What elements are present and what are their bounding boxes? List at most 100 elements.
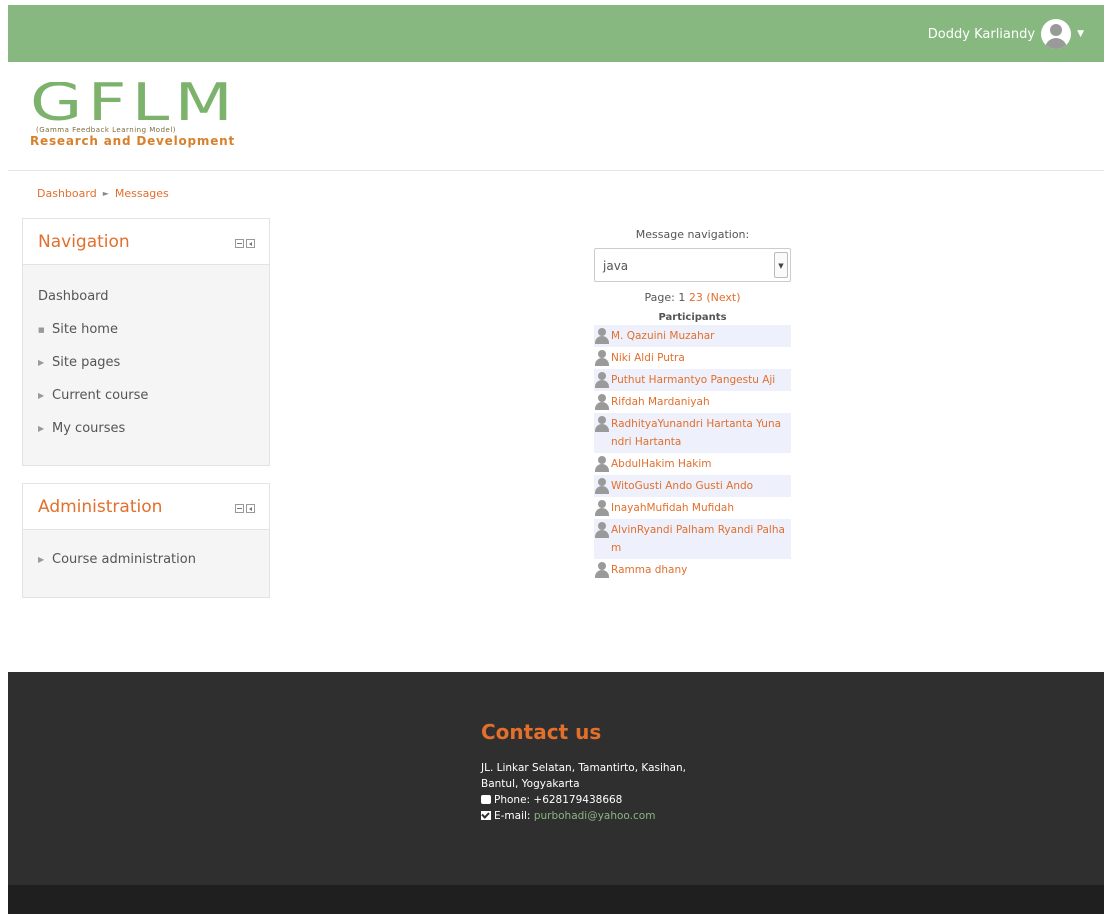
- message-navigation-select[interactable]: java ▼: [594, 248, 791, 282]
- pager-prefix: Page:: [644, 291, 675, 304]
- top-navbar: Doddy Karliandy ▼: [8, 5, 1104, 62]
- user-icon: [594, 522, 611, 538]
- envelope-icon: [481, 811, 491, 820]
- footer: Contact us JL. Linkar Selatan, Tamantirt…: [8, 672, 1104, 885]
- breadcrumb-messages[interactable]: Messages: [115, 187, 169, 200]
- contact-title: Contact us: [481, 720, 602, 744]
- list-item[interactable]: Ramma dhany: [594, 559, 791, 581]
- expand-arrow-icon[interactable]: ▶: [38, 424, 52, 433]
- participants-title: Participants: [658, 312, 727, 323]
- participants-list: M. Qazuini Muzahar Niki Aldi Putra Puthu…: [594, 325, 791, 581]
- expand-arrow-icon[interactable]: ▶: [38, 555, 52, 564]
- participant-name[interactable]: Ramma dhany: [611, 561, 786, 579]
- participant-name[interactable]: Puthut Harmantyo Pangestu Aji: [611, 371, 786, 389]
- navigation-block-header: Navigation: [23, 219, 269, 265]
- pager-next[interactable]: (Next): [706, 291, 740, 304]
- phone-line: Phone: +628179438668: [481, 792, 686, 808]
- breadcrumb-separator-icon: ►: [102, 189, 109, 198]
- nav-item-site-home[interactable]: ■ Site home: [38, 322, 254, 355]
- participant-name[interactable]: AbdulHakim Hakim: [611, 455, 786, 473]
- contact-section: Contact us JL. Linkar Selatan, Tamantirt…: [481, 720, 686, 824]
- collapse-icon[interactable]: [235, 504, 244, 513]
- list-item[interactable]: Puthut Harmantyo Pangestu Aji: [594, 369, 791, 391]
- user-menu[interactable]: Doddy Karliandy ▼: [928, 19, 1084, 49]
- participant-name[interactable]: Niki Aldi Putra: [611, 349, 786, 367]
- nav-item-label[interactable]: Current course: [52, 388, 148, 403]
- user-icon: [594, 500, 611, 516]
- address-line-2: Bantul, Yogyakarta: [481, 778, 580, 790]
- bullet-icon: ■: [38, 326, 45, 334]
- message-navigation-label: Message navigation:: [635, 228, 750, 241]
- nav-item-label[interactable]: Course administration: [52, 552, 196, 567]
- user-icon: [594, 478, 611, 494]
- user-icon: [594, 416, 611, 432]
- list-item[interactable]: AbdulHakim Hakim: [594, 453, 791, 475]
- nav-item-label[interactable]: Site home: [52, 322, 118, 337]
- list-item[interactable]: M. Qazuini Muzahar: [594, 325, 791, 347]
- nav-item-site-pages[interactable]: ▶ Site pages: [38, 355, 254, 388]
- nav-item-my-courses[interactable]: ▶ My courses: [38, 421, 254, 454]
- block-controls: [235, 504, 255, 513]
- navigation-block-title: Navigation: [38, 232, 130, 252]
- collapse-icon[interactable]: [235, 239, 244, 248]
- breadcrumb: Dashboard ► Messages: [37, 187, 169, 200]
- expand-arrow-icon[interactable]: ▶: [38, 358, 52, 367]
- logo-tagline: Research and Development: [30, 134, 236, 148]
- list-item[interactable]: Niki Aldi Putra: [594, 347, 791, 369]
- message-navigation: Message navigation: java ▼ Page: 1 23 (N…: [594, 228, 791, 581]
- nav-item-label[interactable]: Site pages: [52, 355, 120, 370]
- expand-arrow-icon[interactable]: ▶: [38, 391, 52, 400]
- list-item[interactable]: Rifdah Mardaniyah: [594, 391, 791, 413]
- block-controls: [235, 239, 255, 248]
- breadcrumb-dashboard[interactable]: Dashboard: [37, 187, 97, 200]
- participant-name[interactable]: RadhityaYunandri Hartanta Yunandri Harta…: [611, 415, 786, 451]
- list-item[interactable]: AlvinRyandi Palham Ryandi Palham: [594, 519, 791, 559]
- administration-tree: ▶ Course administration: [23, 530, 269, 585]
- navigation-tree: Dashboard ■ Site home ▶ Site pages ▶ Cur…: [23, 265, 269, 454]
- email-line: E-mail: purbohadi@yahoo.com: [481, 808, 686, 824]
- pager-page-3[interactable]: 3: [696, 291, 703, 304]
- email-label: E-mail:: [494, 810, 531, 822]
- dock-icon[interactable]: [246, 239, 255, 248]
- participant-name[interactable]: AlvinRyandi Palham Ryandi Palham: [611, 521, 786, 557]
- nav-item-label[interactable]: My courses: [52, 421, 125, 436]
- participant-name[interactable]: Rifdah Mardaniyah: [611, 393, 786, 411]
- nav-item-current-course[interactable]: ▶ Current course: [38, 388, 254, 421]
- phone-icon: [481, 795, 491, 804]
- logo-letters: GFLM: [30, 82, 239, 124]
- participant-name[interactable]: InayahMufidah Mufidah: [611, 499, 786, 517]
- chevron-down-icon[interactable]: ▼: [774, 252, 788, 278]
- nav-item-course-administration[interactable]: ▶ Course administration: [38, 552, 254, 585]
- pager: Page: 1 23 (Next): [594, 291, 791, 304]
- user-icon: [594, 350, 611, 366]
- administration-block: Administration ▶ Course administration: [22, 483, 270, 598]
- user-icon: [594, 394, 611, 410]
- list-item[interactable]: WitoGusti Ando Gusti Ando: [594, 475, 791, 497]
- select-value: java: [603, 259, 629, 273]
- user-icon: [594, 372, 611, 388]
- user-name[interactable]: Doddy Karliandy: [928, 27, 1035, 42]
- site-logo[interactable]: GFLM (Gamma Feedback Learning Model) Res…: [30, 82, 270, 152]
- list-item[interactable]: RadhityaYunandri Hartanta Yunandri Harta…: [594, 413, 791, 453]
- footer-bottom-bar: [8, 885, 1104, 914]
- pager-current: 1: [678, 291, 686, 304]
- nav-item-dashboard[interactable]: Dashboard: [38, 289, 254, 322]
- avatar-icon[interactable]: [1041, 19, 1072, 49]
- list-item[interactable]: InayahMufidah Mufidah: [594, 497, 791, 519]
- nav-item-label[interactable]: Dashboard: [38, 289, 109, 304]
- participant-name[interactable]: WitoGusti Ando Gusti Ando: [611, 477, 786, 495]
- address-line-1: JL. Linkar Selatan, Tamantirto, Kasihan,: [481, 762, 686, 774]
- dock-icon[interactable]: [246, 504, 255, 513]
- user-icon: [594, 328, 611, 344]
- header-divider: [8, 170, 1104, 171]
- user-icon: [594, 562, 611, 578]
- administration-block-title: Administration: [38, 497, 163, 517]
- user-icon: [594, 456, 611, 472]
- administration-block-header: Administration: [23, 484, 269, 530]
- pager-page-2[interactable]: 2: [689, 291, 696, 304]
- participant-name[interactable]: M. Qazuini Muzahar: [611, 327, 786, 345]
- email-link[interactable]: purbohadi@yahoo.com: [534, 810, 656, 822]
- caret-down-icon[interactable]: ▼: [1077, 29, 1084, 39]
- navigation-block: Navigation Dashboard ■ Site home ▶ Site …: [22, 218, 270, 466]
- phone-text: Phone: +628179438668: [494, 794, 623, 806]
